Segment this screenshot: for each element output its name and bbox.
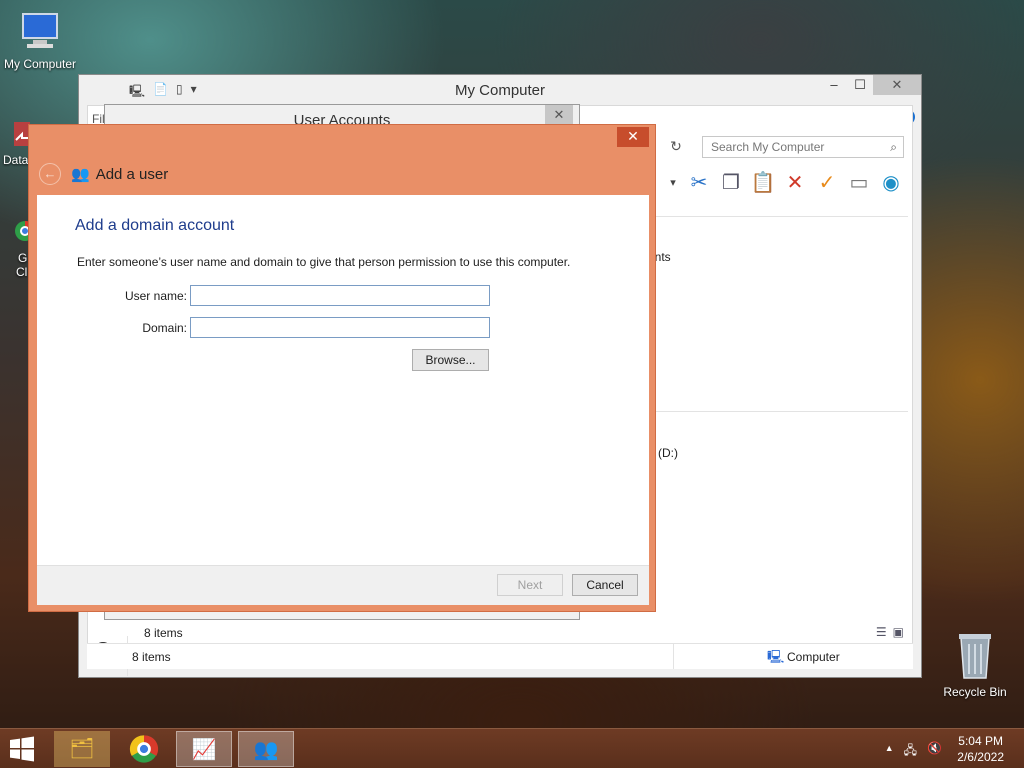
dialog-heading: Add a domain account: [75, 217, 235, 234]
window-title: My Computer: [454, 82, 546, 99]
domain-field[interactable]: [190, 317, 490, 338]
users-icon: 👥: [253, 739, 279, 761]
windows-logo-icon: [10, 736, 34, 762]
paste-icon[interactable]: 📋: [750, 170, 776, 196]
status-items-inner: 8 items: [144, 626, 183, 640]
status-location: Computer: [787, 650, 840, 664]
folder-icon: 🗂: [69, 738, 95, 760]
taskbar-chrome[interactable]: [116, 731, 172, 767]
copy-icon[interactable]: ❐: [718, 170, 744, 196]
rename-icon[interactable]: ▭: [846, 170, 872, 196]
chevron-up-icon[interactable]: ▲: [885, 741, 894, 762]
tiles-view-icon[interactable]: ▣: [893, 625, 904, 639]
chrome-icon: [129, 735, 159, 763]
minimize-button[interactable]: –: [821, 75, 847, 95]
search-input[interactable]: Search My Computer ⌕: [702, 136, 904, 158]
desktop-icon-my-computer[interactable]: My Computer: [0, 10, 80, 71]
status-items: 8 items: [132, 650, 171, 664]
volume-muted-icon[interactable]: 🔇: [927, 741, 942, 762]
taskbar-file-explorer[interactable]: 🗂: [54, 731, 110, 767]
users-icon: 👥: [71, 166, 90, 183]
recycle-bin-icon: [938, 630, 1012, 683]
checkmark-icon[interactable]: ✓: [814, 170, 840, 196]
view-toggle: ☰ ▣: [876, 625, 904, 639]
cancel-button[interactable]: Cancel: [572, 574, 638, 596]
taskbar-system-tool[interactable]: 📈: [176, 731, 232, 767]
clock[interactable]: 5:04 PM 2/6/2022: [957, 733, 1004, 765]
maximize-button[interactable]: ☐: [847, 75, 873, 95]
taskbar-user-accounts[interactable]: 👥: [238, 731, 294, 767]
back-arrow-icon[interactable]: ←: [39, 163, 61, 185]
chevron-down-icon[interactable]: ▾: [666, 170, 680, 196]
monitor-chart-icon: 📈: [191, 739, 217, 761]
search-placeholder: Search My Computer: [711, 140, 825, 154]
divider: [673, 644, 674, 669]
dialog-footer: Next Cancel: [37, 565, 649, 605]
window-titlebar[interactable]: 🖳 📄 ▯ ▾ My Computer – ☐ ✕: [79, 75, 921, 105]
computer-small-icon: 🖳: [767, 649, 785, 664]
system-tray: ▲ 🖧 🔇: [885, 741, 942, 762]
clock-time: 5:04 PM: [958, 734, 1003, 748]
username-field[interactable]: [190, 285, 490, 306]
globe-icon[interactable]: ◉: [878, 170, 904, 196]
computer-icon: [0, 10, 80, 55]
clock-date: 2/6/2022: [957, 750, 1004, 764]
close-button[interactable]: ✕: [617, 127, 649, 147]
desktop-icon-label: My Computer: [3, 57, 77, 71]
explorer-toolbar: ▾ ✂ ❐ 📋 ✕ ✓ ▭ ◉: [666, 170, 904, 196]
dialog-body: Add a domain account Enter someone’s use…: [37, 195, 649, 565]
divider: [648, 411, 908, 412]
network-icon[interactable]: 🖧: [904, 741, 917, 762]
desktop-icon-recycle-bin[interactable]: Recycle Bin: [938, 630, 1012, 699]
username-label: User name:: [124, 289, 187, 303]
domain-label: Domain:: [142, 321, 187, 335]
start-button[interactable]: [8, 735, 40, 763]
next-button[interactable]: Next: [497, 574, 563, 596]
search-icon: ⌕: [890, 140, 897, 154]
cut-icon[interactable]: ✂: [686, 170, 712, 196]
refresh-icon[interactable]: ↻: [666, 138, 686, 158]
add-user-dialog: ✕ ← 👥 Add a user Add a domain account En…: [28, 124, 656, 612]
divider: [648, 216, 908, 217]
dialog-description: Enter someone’s user name and domain to …: [77, 255, 571, 269]
dialog-header: ← 👥 Add a user: [39, 163, 168, 185]
browse-button[interactable]: Browse...: [412, 349, 489, 371]
dialog-title: Add a user: [95, 165, 169, 183]
close-button[interactable]: ✕: [545, 105, 573, 125]
close-button[interactable]: ✕: [873, 75, 921, 95]
status-bar: 8 items 🖳 Computer: [87, 643, 913, 669]
delete-icon[interactable]: ✕: [782, 170, 808, 196]
taskbar: 🗂 📈 👥 ▲ 🖧 🔇 5:04 PM 2/6/2022: [0, 728, 1024, 768]
details-view-icon[interactable]: ☰: [876, 625, 887, 639]
desktop-icon-label: Recycle Bin: [943, 685, 1007, 699]
